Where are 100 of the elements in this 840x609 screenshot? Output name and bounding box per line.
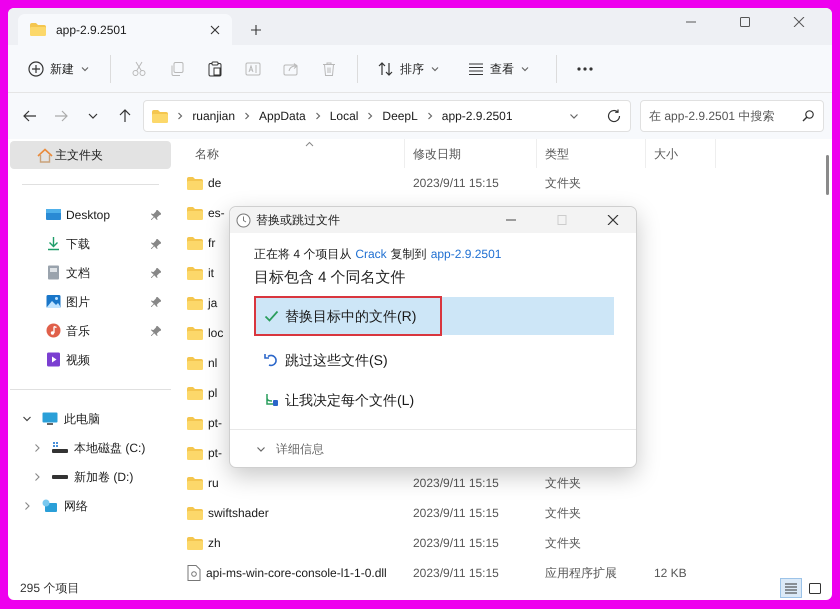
- back-icon: [22, 108, 38, 124]
- sort-ascending-icon: [305, 141, 314, 147]
- folder-icon: [187, 536, 203, 550]
- tree-item[interactable]: 新加卷 (D:): [10, 462, 171, 491]
- breadcrumb[interactable]: ruanjian: [192, 107, 236, 125]
- scrollbar-thumb[interactable]: [826, 155, 829, 195]
- folder-icon: [152, 110, 168, 122]
- check-icon: [264, 309, 279, 323]
- address-bar[interactable]: ruanjian AppData Local DeepL app-2.9.2501: [143, 100, 632, 132]
- home-icon: [37, 148, 53, 162]
- file-size: 12 KB: [653, 565, 688, 582]
- undo-arrow-icon: [264, 353, 279, 367]
- tree-item[interactable]: 此电脑: [10, 404, 171, 433]
- folder-icon: [187, 206, 203, 220]
- new-button[interactable]: 新建: [18, 52, 100, 84]
- file-icon: [187, 565, 201, 581]
- tree-item[interactable]: 本地磁盘 (C:): [10, 433, 171, 462]
- square-icon: [809, 582, 821, 594]
- breadcrumb[interactable]: app-2.9.2501: [442, 107, 513, 125]
- sidebar-item[interactable]: 视频: [10, 345, 171, 374]
- file-type: 文件夹: [544, 475, 582, 492]
- tree-item-label: 网络: [64, 498, 88, 514]
- details-button[interactable]: 详细信息: [256, 440, 324, 458]
- desktop-icon: [46, 207, 61, 222]
- sort-icon: [378, 60, 394, 76]
- folder-icon: [187, 476, 203, 490]
- column-header[interactable]: 名称: [171, 139, 405, 168]
- file-name: es-: [208, 205, 225, 222]
- modified-date: 2023/9/11 15:15: [412, 535, 500, 552]
- item-count: 295 个项目: [19, 580, 80, 597]
- folder-icon: [187, 236, 203, 250]
- column-header[interactable]: 大小: [646, 139, 716, 168]
- chevron-down-icon: [569, 111, 580, 121]
- sidebar-item[interactable]: 主文件夹: [10, 141, 171, 169]
- folder-icon: [30, 23, 46, 36]
- clipboard-icon: [207, 60, 223, 76]
- view-button[interactable]: 查看: [458, 52, 540, 84]
- close-icon: [793, 17, 805, 27]
- column-header[interactable]: 修改日期: [405, 139, 537, 168]
- sidebar-item[interactable]: 文档: [10, 258, 171, 287]
- modified-date: 2023/9/11 15:15: [412, 175, 500, 192]
- sidebar-item[interactable]: Desktop: [10, 200, 171, 229]
- tree-item-label: 此电脑: [64, 410, 100, 428]
- breadcrumb[interactable]: Local: [330, 107, 358, 125]
- folder-icon: [187, 506, 203, 520]
- new-icon: [28, 60, 44, 76]
- share-icon: [283, 60, 299, 76]
- tab-title: app-2.9.2501: [56, 22, 128, 38]
- trash-icon: [321, 60, 337, 76]
- modified-date: 2023/9/11 15:15: [412, 565, 500, 582]
- search-field[interactable]: 在 app-2.9.2501 中搜索: [640, 100, 824, 132]
- drive-icon: [52, 440, 68, 454]
- close-icon: [210, 24, 220, 34]
- sidebar-item-label: 音乐: [66, 322, 91, 340]
- list-icon: [468, 60, 484, 76]
- copy-icon: [169, 60, 185, 76]
- close-icon: [607, 215, 619, 225]
- folder-icon: [187, 356, 203, 370]
- folder-icon: [187, 446, 203, 460]
- folder-icon: [187, 326, 203, 340]
- sidebar-item[interactable]: 音乐: [10, 316, 171, 345]
- source-link[interactable]: Crack: [355, 245, 387, 263]
- folder-icon: [187, 386, 203, 400]
- file-name: fr: [208, 235, 216, 252]
- sidebar-item[interactable]: 图片: [10, 287, 171, 316]
- file-type: 文件夹: [544, 505, 582, 522]
- breadcrumb[interactable]: AppData: [259, 107, 306, 125]
- tree-item-label: 新加卷 (D:): [74, 468, 134, 486]
- details-view-button[interactable]: [780, 578, 802, 598]
- refresh-icon: [607, 109, 622, 123]
- folder-icon: [187, 266, 203, 280]
- sidebar-item-label: Desktop: [66, 206, 112, 224]
- folder-icon: [187, 416, 203, 430]
- plus-icon: [250, 24, 262, 36]
- sort-button[interactable]: 排序: [368, 52, 450, 84]
- tree-item[interactable]: 网络: [10, 491, 171, 520]
- column-header[interactable]: 类型: [537, 139, 646, 168]
- scissors-icon: [131, 60, 147, 76]
- drive-icon: [52, 474, 68, 478]
- clock-icon: [236, 212, 251, 228]
- forward-icon: [53, 108, 70, 124]
- file-type: 文件夹: [544, 175, 582, 192]
- rename-icon: [245, 60, 261, 76]
- dialog-option[interactable]: 替换目标中的文件(R): [254, 297, 614, 335]
- video-icon: [46, 352, 61, 367]
- maximize-icon: [556, 215, 568, 225]
- list-icon: [785, 582, 797, 594]
- destination-link[interactable]: app-2.9.2501: [430, 245, 502, 263]
- dialog-title: 替换或跳过文件: [256, 212, 341, 229]
- download-icon: [46, 236, 61, 251]
- breadcrumb[interactable]: DeepL: [382, 107, 418, 125]
- file-name: ja: [208, 295, 218, 312]
- sidebar-item-label: 文档: [66, 264, 91, 282]
- tab[interactable]: app-2.9.2501: [18, 14, 232, 45]
- sidebar-item-label: 视频: [66, 352, 91, 368]
- file-name: de: [208, 175, 222, 192]
- modified-date: 2023/9/11 15:15: [412, 505, 500, 522]
- tree-item-label: 本地磁盘 (C:): [74, 440, 146, 456]
- sidebar-item[interactable]: 下载: [10, 229, 171, 258]
- file-type: 应用程序扩展: [544, 565, 618, 582]
